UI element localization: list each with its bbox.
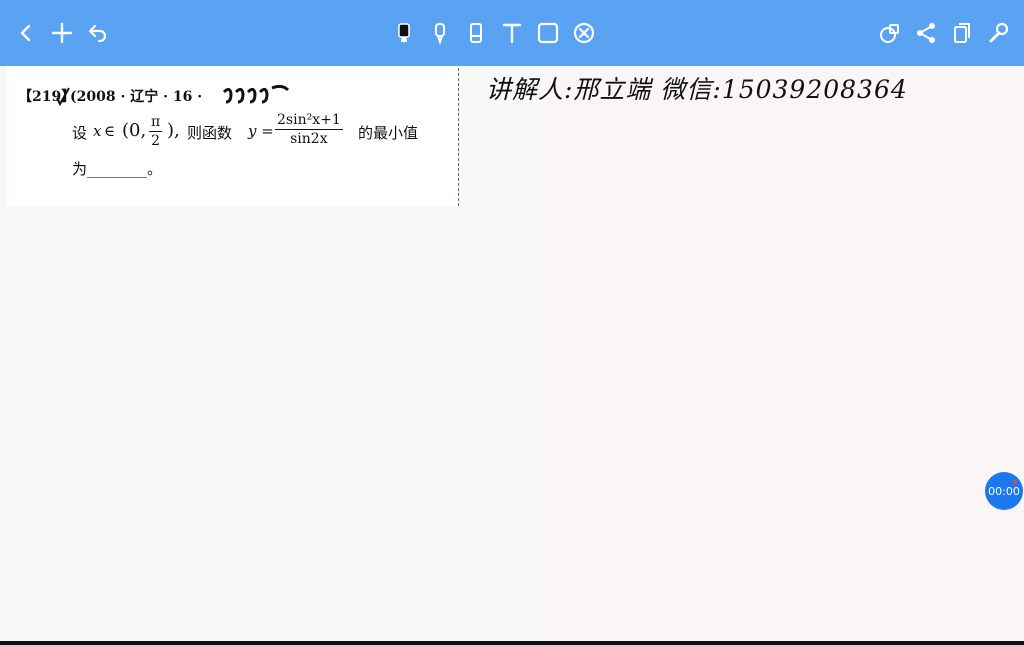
question-source: (2008 · 辽宁 · 16 · <box>70 89 203 105</box>
layers-icon[interactable] <box>875 18 905 48</box>
settings-icon[interactable] <box>983 18 1013 48</box>
top-toolbar <box>0 0 1024 66</box>
question-suffix: 的最小值 <box>358 124 419 142</box>
recording-timer-button[interactable]: 00:00 <box>985 472 1023 510</box>
check-mark-icon <box>56 87 70 106</box>
add-icon[interactable] <box>47 18 77 48</box>
interval-open: (0, <box>122 120 147 141</box>
copy-icon[interactable] <box>947 18 977 48</box>
question-prefix: 设 <box>72 124 88 142</box>
handwritten-presenter-info: 讲解人:邢立端 微信:15039208364 <box>486 75 908 104</box>
clear-icon[interactable] <box>569 18 599 48</box>
text-icon[interactable] <box>497 18 527 48</box>
in-symbol: ∈ <box>104 122 116 140</box>
shape-icon[interactable] <box>533 18 563 48</box>
interval-close: ), <box>167 120 180 141</box>
dashed-divider <box>458 68 459 206</box>
answer-blank-line: 为________。 <box>72 160 163 178</box>
var-x: x <box>93 122 102 140</box>
fraction-two: 2 <box>151 133 161 149</box>
marker-icon[interactable] <box>425 18 455 48</box>
bottom-edge <box>0 641 1024 645</box>
pi-over-two-fraction: π 2 <box>149 113 163 150</box>
handwritten-scribble <box>222 84 290 104</box>
function-numerator: 2sin²x+1 <box>275 112 343 130</box>
func-y: y = <box>248 122 274 140</box>
recording-dot-icon <box>1013 480 1017 484</box>
share-icon[interactable] <box>911 18 941 48</box>
back-icon[interactable] <box>11 18 41 48</box>
undo-icon[interactable] <box>83 18 113 48</box>
eraser-icon[interactable] <box>461 18 491 48</box>
question-mid: 则函数 <box>187 124 233 142</box>
right-canvas-area[interactable] <box>545 66 1024 642</box>
function-fraction: 2sin²x+1 sin2x <box>275 111 343 148</box>
pen-icon[interactable] <box>389 18 419 48</box>
fraction-pi: π <box>149 114 163 132</box>
function-denominator: sin2x <box>290 131 328 147</box>
